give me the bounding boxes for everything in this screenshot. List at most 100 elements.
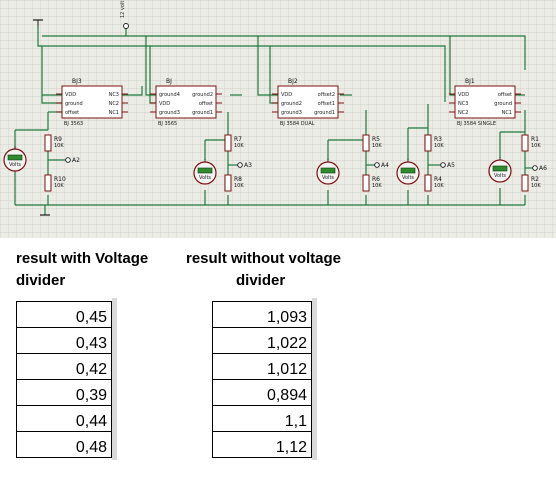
probe-label: A2 [72,157,80,164]
chip-part-label: BJ 3584 SINGLE [457,121,496,127]
right-heading-line2: divider [236,272,286,289]
resistor: R710K [224,134,244,152]
chip-pin-label: offset [65,110,79,116]
resistor-ref: R3 [434,136,442,143]
probe-terminal-dot [532,165,538,171]
resistor-value: 10K [372,183,382,189]
resistor: R110K [521,134,541,152]
voltmeter-display [492,165,508,172]
chip-pin-label: NC3 [458,101,468,107]
voltmeter-unit: Volts [322,175,334,181]
chip-part-label: BJ 3563 [64,121,83,127]
resistor: R310K [424,134,444,152]
resistor-body [424,174,432,192]
chip-pin-label: VDD [458,92,469,98]
results-without-divider-table: 1,093 1,022 1,012 0,894 1,1 1,12 [212,301,312,458]
voltmeter-unit: Volts [494,173,506,179]
table-cell: 1,12 [212,431,312,458]
probe-terminal-dot [440,162,446,168]
resistor-ref: R1 [531,136,539,143]
chip-ref: BJ [166,78,172,85]
table-cell: 0,39 [16,379,112,406]
left-heading-line1: result with Voltage [16,250,149,267]
table-cell: 1,022 [212,327,312,354]
chip-pin-label: offset1 [318,101,335,107]
table-cell: 1,093 [212,301,312,328]
resistor-body [424,134,432,152]
resistor-body [362,134,370,152]
resistor: R410K [424,174,444,192]
table-row: 0,894 [212,379,312,406]
resistor: R510K [362,134,382,152]
chip-part-label: BJ 3584 DUAL [280,121,315,127]
chip-pin-label: VDD [159,101,170,107]
table-cell: 0,45 [16,301,112,328]
chip-pin-label: offset2 [318,92,335,98]
right-heading-line1: result without voltage [186,250,342,267]
resistor-ref: R2 [531,176,539,183]
circuit-schematic: 12 volt BJ3 VDD NC3 ground NC2 offset NC1 BJ 35… [0,0,556,238]
resistor-value: 10K [531,143,541,149]
probe-terminal-dot [374,162,380,168]
resistor-body [224,134,232,152]
resistor-ref: R4 [434,176,442,183]
table-row: 0,44 [16,405,112,432]
probe-terminal-dot [65,157,71,163]
chip-pin-label: ground [65,101,83,107]
resistor-value: 10K [434,143,444,149]
table-cell: 0,894 [212,379,312,406]
chip-ref: BJ3 [72,78,82,85]
right-table-heading: result without voltage divider [186,248,376,292]
table-row: 0,42 [16,353,112,380]
chip-pin-label: VDD [65,92,76,98]
voltmeter-unit: Volts [199,175,211,181]
table-row: 0,45 [16,301,112,328]
table-row: 1,1 [212,405,312,432]
probe-terminal-dot [237,162,243,168]
resistor-body [521,134,529,152]
table-row: 1,012 [212,353,312,380]
resistor-body [44,174,52,192]
resistor-value: 10K [434,183,444,189]
resistor-ref: R6 [372,176,380,183]
probe-label: A5 [447,162,455,169]
resistor-body [362,174,370,192]
table-row: 0,39 [16,379,112,406]
chip-pin-label: ground1 [192,110,213,116]
chip-pin-label: NC1 [502,110,512,116]
probe-label: A6 [539,165,547,172]
table-cell: 1,012 [212,353,312,380]
resistor-value: 10K [372,143,382,149]
chip-pin-label: offset [199,101,213,107]
chip-pin-label: offset [498,92,512,98]
resistor-value: 10K [54,183,64,189]
chip-pin-label: NC3 [109,92,119,98]
chip-ref: BJ1 [465,78,475,85]
resistor: R1010K [44,174,66,192]
probe-label: A4 [381,162,389,169]
table-row: 1,093 [212,301,312,328]
voltmeter-display [7,154,23,161]
resistor-ref: R8 [234,176,242,183]
resistor-ref: R7 [234,136,242,143]
chip-pin-label: ground3 [159,110,180,116]
table-row: 1,12 [212,431,312,458]
left-table-heading: result with Voltage divider [16,248,148,292]
voltmeter-unit: Volts [402,175,414,181]
resistor: R910K [44,134,64,152]
chip-pin-label: VDD [281,92,292,98]
resistor-body [224,174,232,192]
chip-pin-label: NC1 [109,110,119,116]
table-row: 1,022 [212,327,312,354]
resistor-body [44,134,52,152]
table-row: 0,43 [16,327,112,354]
chip-pin-label: ground1 [314,110,335,116]
resistor-ref: R5 [372,136,380,143]
table-shadow-left [112,298,117,460]
resistor-value: 10K [531,183,541,189]
table-cell: 0,48 [16,431,112,458]
chip-pin-label: NC2 [458,110,468,116]
voltmeter-unit: Volts [9,162,21,168]
voltmeter-display [400,167,416,174]
resistor-body [521,174,529,192]
